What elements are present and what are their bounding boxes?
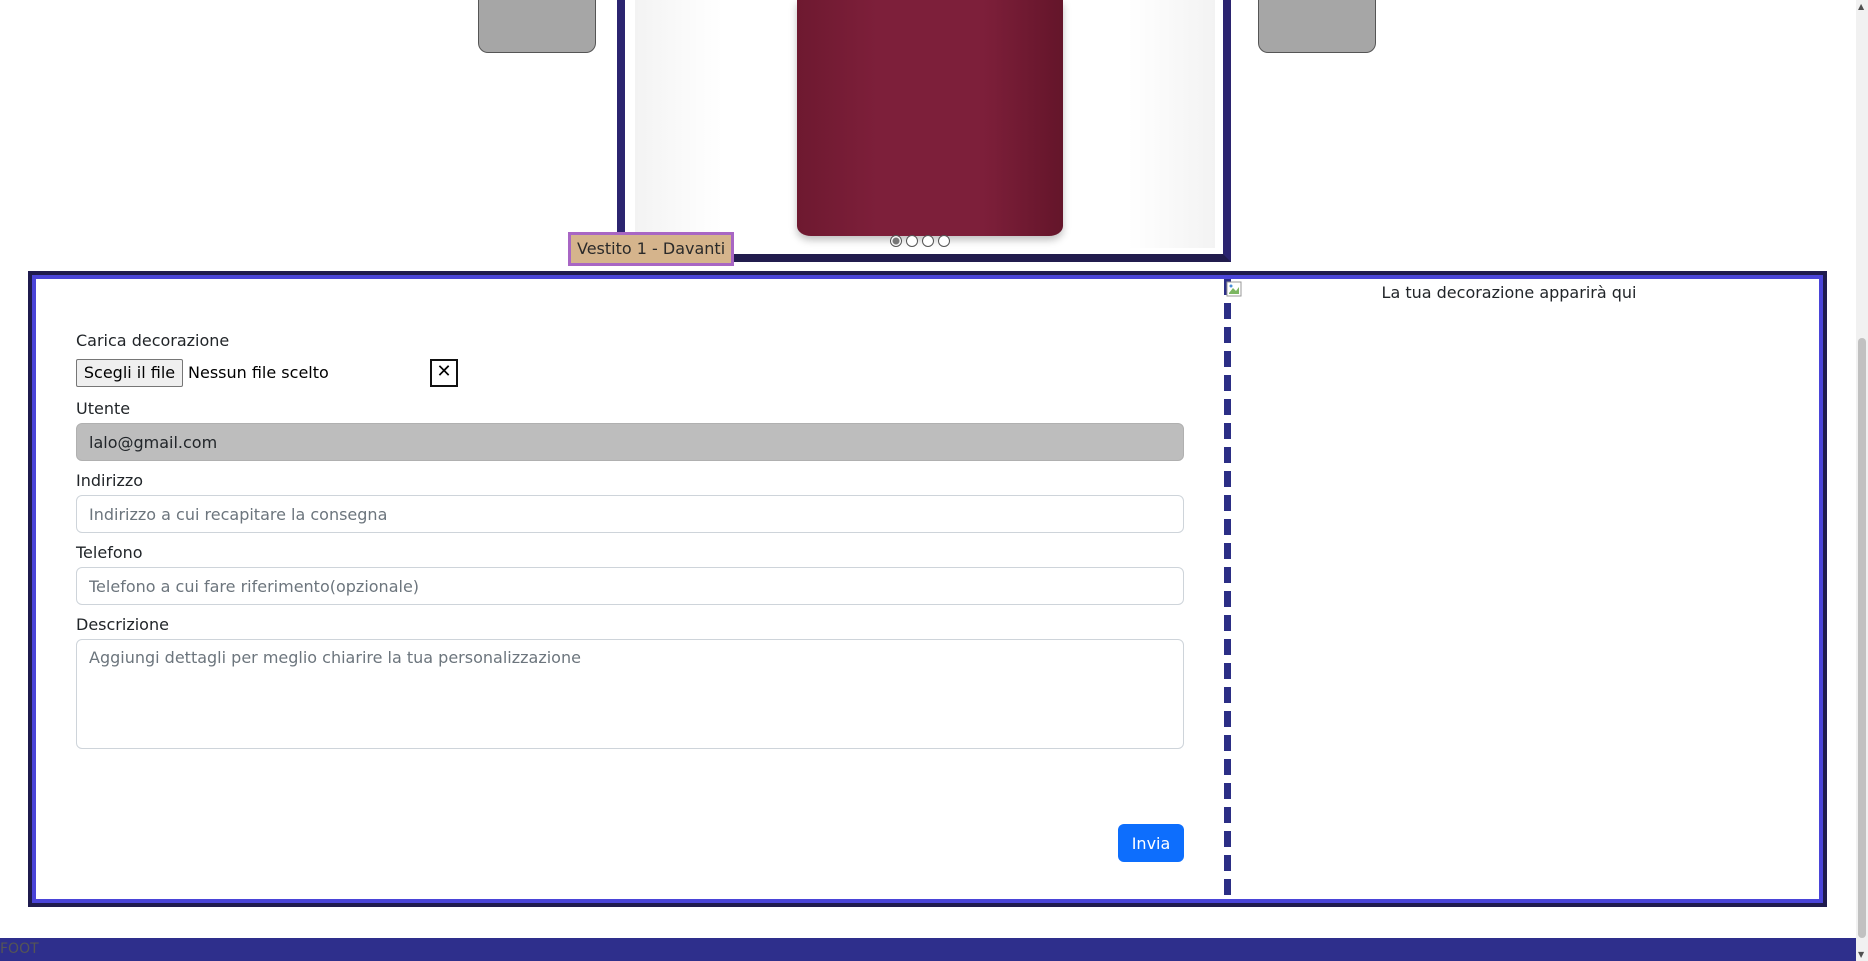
- file-status-text: Nessun file scelto: [188, 363, 329, 382]
- carousel-next-button[interactable]: [1258, 0, 1376, 53]
- footer-text: FOOT: [0, 941, 39, 957]
- carousel-indicator-1[interactable]: [890, 235, 902, 247]
- carousel-slide-image: [635, 0, 1215, 248]
- clear-file-button[interactable]: ✕: [430, 359, 458, 387]
- garment-image: [797, 0, 1063, 236]
- carousel-indicator-4[interactable]: [938, 235, 950, 247]
- decoration-preview-alt: La tua decorazione apparirà qui: [1381, 283, 1637, 302]
- address-input[interactable]: [76, 495, 1184, 533]
- choose-file-button[interactable]: Scegli il file: [76, 359, 183, 387]
- scroll-up-arrow-icon[interactable]: ▲: [1858, 2, 1864, 11]
- user-label: Utente: [76, 399, 131, 418]
- scrollbar-thumb[interactable]: [1858, 338, 1866, 938]
- vertical-scrollbar[interactable]: ▲ ▼: [1856, 0, 1868, 961]
- product-carousel: [617, 0, 1231, 262]
- carousel-prev-button[interactable]: [478, 0, 596, 53]
- phone-label: Telefono: [76, 543, 143, 562]
- description-textarea[interactable]: [76, 639, 1184, 749]
- user-field[interactable]: [76, 423, 1184, 461]
- carousel-indicators: [890, 235, 950, 247]
- slide-caption: Vestito 1 - Davanti: [568, 232, 735, 266]
- description-label: Descrizione: [76, 615, 169, 634]
- submit-button[interactable]: Invia: [1118, 824, 1184, 862]
- footer: FOOT: [0, 938, 1856, 961]
- upload-label: Carica decorazione: [76, 331, 230, 350]
- phone-input[interactable]: [76, 567, 1184, 605]
- dashed-divider: [1224, 279, 1231, 899]
- carousel-indicator-2[interactable]: [906, 235, 918, 247]
- address-label: Indirizzo: [76, 471, 144, 490]
- carousel-indicator-3[interactable]: [922, 235, 934, 247]
- scroll-down-arrow-icon[interactable]: ▼: [1858, 950, 1864, 959]
- customization-panel: Carica decorazione Scegli il file Nessun…: [28, 271, 1827, 907]
